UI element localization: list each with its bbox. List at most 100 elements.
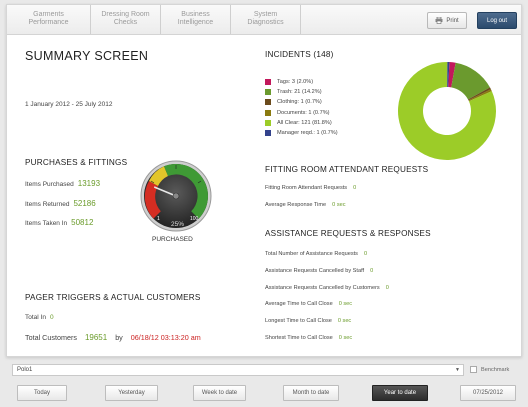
total-in-value: 0 (49, 314, 54, 321)
yesterday-button[interactable]: Yesterday (105, 385, 158, 401)
benchmark-label: Benchmark (481, 366, 510, 373)
items-purchased-value: 13193 (77, 179, 101, 188)
assistance-row-label: Assistance Requests Cancelled by Custome… (265, 285, 380, 291)
assistance-row: Assistance Requests Cancelled by Staff 0 (265, 268, 373, 274)
year-to-date-button[interactable]: Year to date (372, 385, 428, 401)
items-taken-in-value: 50812 (71, 218, 94, 227)
printer-icon (435, 17, 443, 24)
yesterday-label: Yesterday (118, 390, 145, 396)
incident-legend-item: Documents: 1 (0.7%) (265, 109, 330, 116)
purchases-heading: PURCHASES & FITTINGS (25, 158, 128, 167)
incident-legend-item: Tags: 3 (2.0%) (265, 79, 313, 85)
dashboard-panel: Garments Performance Dressing Room Check… (6, 4, 522, 357)
assistance-row: Assistance Requests Cancelled by Custome… (265, 285, 389, 291)
assistance-row-value: 0 sec (338, 301, 353, 307)
last-updated-timestamp: 06/18/12 03:13:20 am (130, 333, 201, 342)
items-returned-label: Items Returned (25, 201, 70, 208)
tab-dressing-room-checks[interactable]: Dressing Room Checks (91, 5, 161, 34)
month-to-date-label: Month to date (292, 390, 330, 396)
assistance-row-value: 0 (363, 251, 368, 257)
chevron-down-icon: ▼ (455, 367, 460, 373)
assistance-row: Average Time to Call Close 0 sec (265, 301, 352, 307)
week-to-date-label: Week to date (201, 390, 238, 396)
legend-swatch (265, 99, 271, 106)
legend-swatch (265, 109, 271, 116)
total-customers-value: 19651 (84, 333, 108, 342)
assistance-heading: ASSISTANCE REQUESTS & RESPONSES (265, 229, 431, 238)
tab-garments-performance[interactable]: Garments Performance (7, 5, 91, 34)
benchmark-checkbox[interactable] (470, 366, 477, 373)
tab-label-line1: Dressing Room (101, 11, 150, 18)
fitting-room-heading: FITTING ROOM ATTENDANT REQUESTS (265, 165, 429, 174)
assistance-row: Longest Time to Call Close 0 sec (265, 318, 351, 324)
logout-label: Log out (486, 17, 508, 24)
items-taken-in-label: Items Taken In (25, 220, 68, 227)
assistance-row-label: Total Number of Assistance Requests (265, 251, 358, 257)
items-returned-row: Items Returned 52186 (25, 199, 96, 208)
print-button[interactable]: Print (427, 12, 467, 29)
page-title: SUMMARY SCREEN (25, 49, 149, 63)
total-in-row: Total In 0 (25, 314, 54, 321)
tab-label-line2: Diagnostics (247, 19, 284, 26)
print-label: Print (446, 17, 459, 24)
purchased-gauge: 1 100 25% (140, 160, 212, 232)
legend-swatch (265, 130, 271, 136)
assistance-row-label: Assistance Requests Cancelled by Staff (265, 268, 365, 274)
avg-response-label: Average Response Time (265, 202, 327, 208)
items-purchased-row: Items Purchased 13193 (25, 179, 100, 188)
tab-business-intelligence[interactable]: Business Intelligence (161, 5, 231, 34)
date-range: 1 January 2012 - 25 July 2012 (25, 101, 113, 108)
total-customers-label: Total Customers (25, 333, 77, 342)
avg-response-value: 0 sec (332, 202, 346, 208)
legend-swatch (265, 79, 271, 85)
legend-label: All Clear: 121 (81.8%) (277, 119, 332, 126)
tab-label-line2: Intelligence (177, 19, 214, 26)
by-label: by (115, 333, 123, 342)
legend-swatch (265, 89, 271, 96)
today-button[interactable]: Today (17, 385, 67, 401)
pager-heading: PAGER TRIGGERS & ACTUAL CUSTOMERS (25, 293, 201, 302)
tab-label-line1: Business (181, 11, 210, 18)
tab-label-line1: System (253, 11, 278, 18)
today-label: Today (33, 390, 50, 396)
incident-legend-item: Clothing: 1 (0.7%) (265, 99, 322, 106)
assistance-row: Shortest Time to Call Close 0 sec (265, 335, 352, 341)
gauge-caption: PURCHASED (152, 236, 193, 243)
tab-label-line2: Performance (28, 19, 69, 26)
incident-legend-item: Manager reqd.: 1 (0.7%) (265, 130, 338, 136)
tab-label-line1: Garments (33, 11, 64, 18)
legend-label: Documents: 1 (0.7%) (277, 109, 330, 116)
legend-label: Manager reqd.: 1 (0.7%) (277, 130, 338, 136)
gauge-percent-label: 25% (171, 221, 184, 228)
fitting-room-requests-label: Fitting Room Attendant Requests (265, 185, 348, 191)
year-to-date-label: Year to date (383, 390, 417, 396)
date-picker[interactable]: 07/25/2012 (460, 385, 516, 401)
legend-swatch (265, 119, 271, 126)
assistance-row-label: Shortest Time to Call Close (265, 335, 333, 341)
legend-label: Clothing: 1 (0.7%) (277, 99, 322, 106)
assistance-row-value: 0 (370, 268, 374, 274)
fitting-room-requests-row: Fitting Room Attendant Requests 0 (265, 185, 356, 191)
gauge-min-label: 1 (157, 216, 160, 222)
assistance-row: Total Number of Assistance Requests 0 (265, 251, 367, 257)
avg-response-row: Average Response Time 0 sec (265, 202, 346, 208)
assistance-row-value: 0 sec (338, 335, 353, 341)
gauge-max-label: 100 (190, 216, 199, 222)
week-to-date-button[interactable]: Week to date (193, 385, 246, 401)
store-select[interactable]: Polo1 ▼ (12, 364, 464, 376)
tab-system-diagnostics[interactable]: System Diagnostics (231, 5, 301, 34)
incidents-donut-chart (398, 62, 496, 161)
legend-label: Tags: 3 (2.0%) (277, 79, 314, 85)
items-returned-value: 52186 (73, 199, 96, 208)
benchmark-toggle[interactable]: Benchmark (470, 366, 509, 373)
logout-button[interactable]: Log out (477, 12, 517, 29)
total-customers-row: Total Customers 19651 by 06/18/12 03:13:… (25, 333, 201, 342)
month-to-date-button[interactable]: Month to date (283, 385, 339, 401)
legend-label: Trash: 21 (14.2%) (277, 89, 322, 96)
total-in-label: Total In (25, 314, 46, 321)
assistance-row-value: 0 sec (337, 318, 352, 324)
incident-legend-item: All Clear: 121 (81.8%) (265, 119, 332, 126)
assistance-row-value: 0 (385, 285, 389, 291)
incidents-heading: INCIDENTS (148) (265, 50, 334, 59)
gauge-svg: 1 100 25% (140, 160, 212, 232)
